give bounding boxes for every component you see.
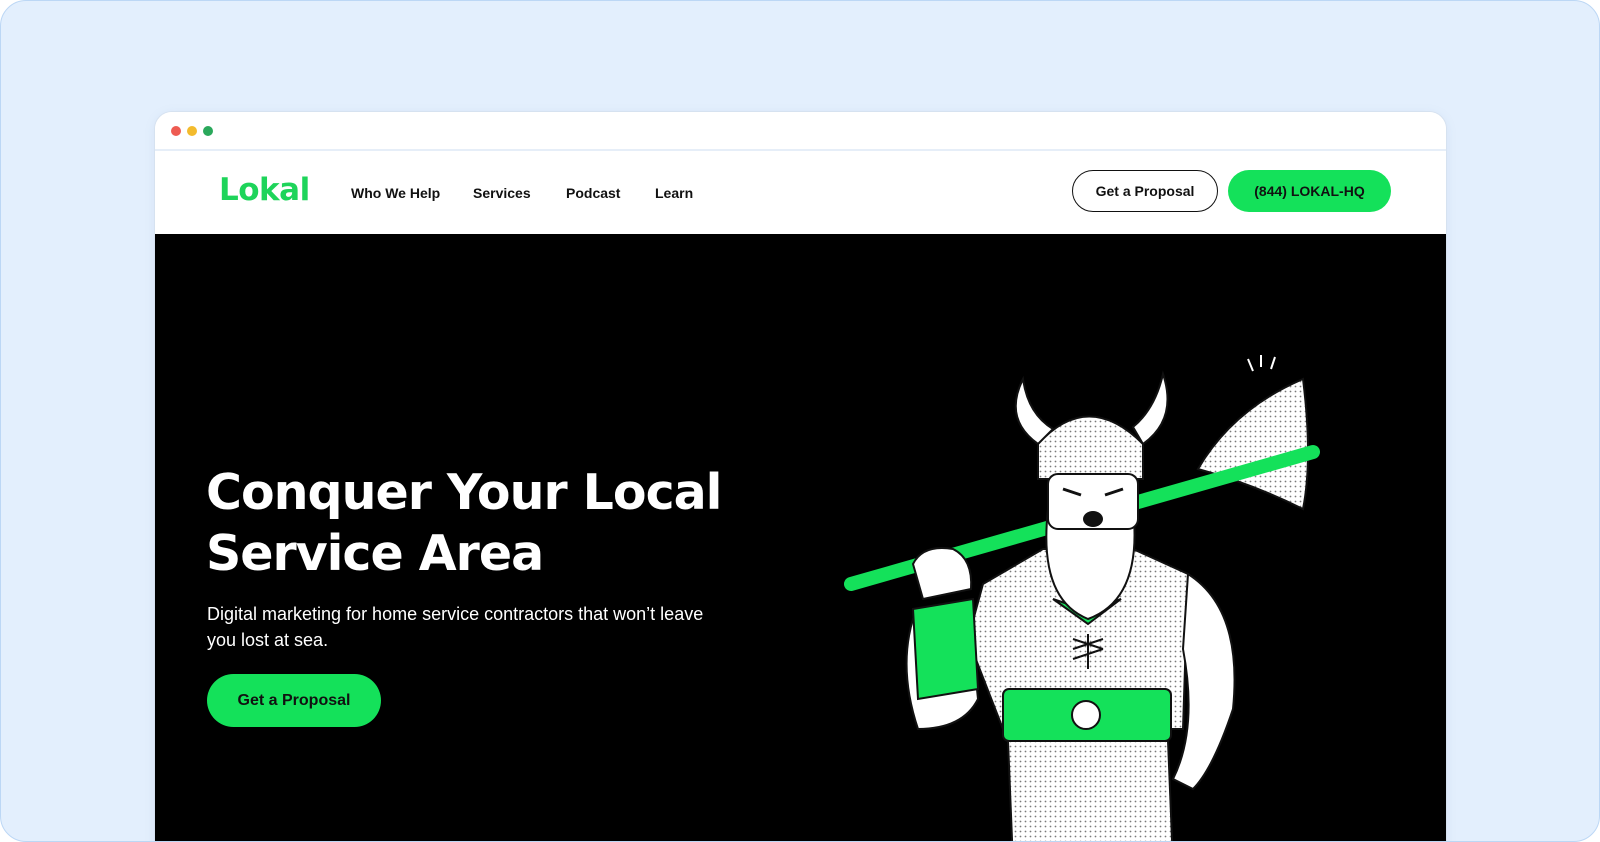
nav-podcast[interactable]: Podcast [566,185,620,201]
phone-button[interactable]: (844) LOKAL-HQ [1228,170,1391,212]
viking-illustration [844,355,1320,841]
lokal-logo[interactable]: Lokal [219,172,310,208]
get-proposal-button[interactable]: Get a Proposal [1072,170,1218,212]
hero-title-line-2: Service Area [206,525,544,582]
site-header: Lokal Who We Help Services Podcast Learn… [155,152,1446,234]
hero-title: Conquer Your Local Service Area [206,462,766,584]
hero-title-line-1: Conquer Your Local [206,464,722,521]
browser-window: Lokal Who We Help Services Podcast Learn… [154,111,1447,841]
maximize-window-dot[interactable] [203,126,213,136]
nav-services[interactable]: Services [473,185,531,201]
nav-learn[interactable]: Learn [655,185,693,201]
hero-subtitle: Digital marketing for home service contr… [207,604,704,650]
hero-get-proposal-button[interactable]: Get a Proposal [207,674,381,727]
hero-section: Conquer Your Local Service Area Digital … [155,234,1446,841]
page-background: Lokal Who We Help Services Podcast Learn… [0,0,1600,842]
minimize-window-dot[interactable] [187,126,197,136]
close-window-dot[interactable] [171,126,181,136]
nav-who-we-help[interactable]: Who We Help [351,185,440,201]
browser-titlebar [155,112,1446,151]
